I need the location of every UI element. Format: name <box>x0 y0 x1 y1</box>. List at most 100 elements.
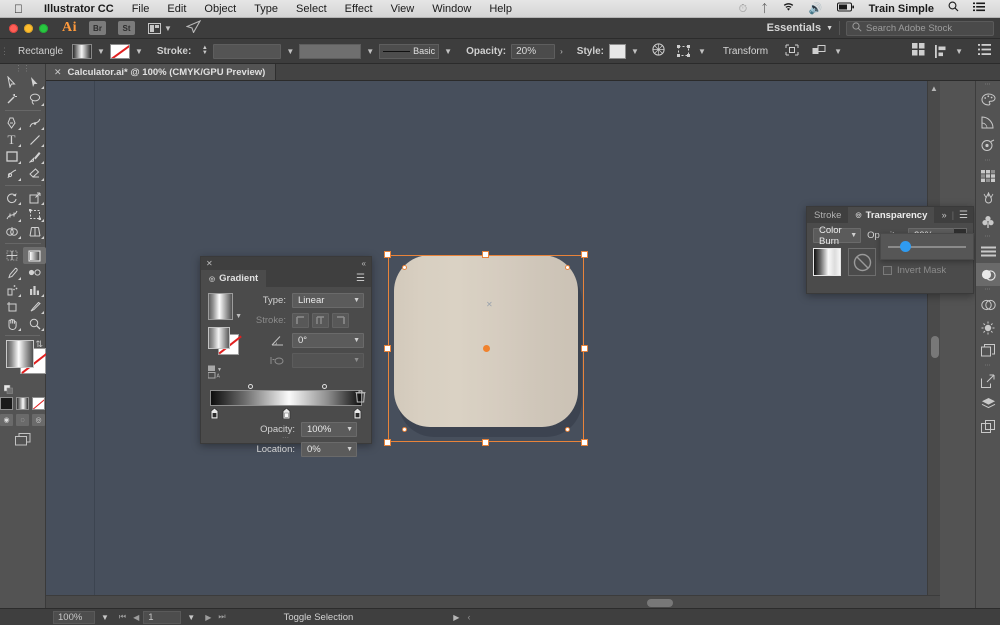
handle-middle-left[interactable] <box>384 345 391 352</box>
menu-type[interactable]: Type <box>245 0 287 18</box>
gradient-midpoint[interactable] <box>322 384 327 389</box>
document-tab[interactable]: ✕ Calculator.ai* @ 100% (CMYK/GPU Previe… <box>46 64 276 80</box>
align-icon[interactable]: ▼ <box>935 45 968 58</box>
make-mask-thumbnail[interactable] <box>848 248 876 276</box>
stroke-weight-input[interactable] <box>213 44 281 59</box>
menu-object[interactable]: Object <box>195 0 245 18</box>
variable-width-profile[interactable] <box>299 44 361 59</box>
gradient-fill-swatch[interactable] <box>72 44 92 59</box>
isolate-group-icon[interactable] <box>776 44 808 59</box>
grid-icon[interactable] <box>912 43 925 59</box>
workspace-switcher[interactable]: Essentials ▼ <box>767 22 833 34</box>
blend-mode-select[interactable]: Color Burn ▼ <box>813 228 861 243</box>
opacity-input[interactable]: 20% <box>511 44 555 59</box>
bridge-button[interactable]: Br <box>89 21 106 35</box>
vertical-scroll-thumb[interactable] <box>931 336 939 358</box>
artboards-panel-icon[interactable] <box>976 339 1000 362</box>
transform-button[interactable]: Transform <box>715 46 776 57</box>
shape-builder-tool[interactable] <box>0 223 23 240</box>
curvature-tool[interactable] <box>23 114 46 131</box>
gradient-presets-icon[interactable]: ▼A <box>208 365 242 379</box>
scroll-up-icon[interactable]: ▲ <box>930 81 938 93</box>
selection-tool[interactable] <box>0 73 23 90</box>
anchor-point[interactable] <box>402 427 407 432</box>
collapse-panel-icon[interactable]: « <box>362 259 366 268</box>
dock-group-grip[interactable]: ⋯ <box>976 157 1000 164</box>
chevron-down-icon[interactable]: ▼ <box>281 47 299 56</box>
draw-normal-button[interactable]: ◉ <box>0 414 13 426</box>
hand-tool[interactable] <box>0 315 23 332</box>
gradient-location-input[interactable]: 0% ▼ <box>301 442 357 457</box>
stroke-color-picker[interactable]: ▼ <box>110 44 148 59</box>
color-fill-button[interactable] <box>0 397 13 410</box>
brushes-panel-icon[interactable] <box>976 187 1000 210</box>
gradient-panel-icon[interactable] <box>976 134 1000 157</box>
close-icon[interactable]: ✕ <box>206 259 213 268</box>
free-transform-tool[interactable] <box>23 206 46 223</box>
delete-stop-icon[interactable] <box>355 390 366 406</box>
chevron-down-icon[interactable]: ▼ <box>950 47 968 56</box>
draw-behind-button[interactable]: ◌ <box>16 414 29 426</box>
artboard-tool[interactable] <box>0 298 23 315</box>
handle-top-right[interactable] <box>581 251 588 258</box>
search-input[interactable]: Search Adobe Stock <box>846 21 994 36</box>
panel-menu-icon[interactable]: ☰ <box>356 270 371 287</box>
blend-tool[interactable] <box>23 264 46 281</box>
color-guide-panel-icon[interactable] <box>976 111 1000 134</box>
dock-group-grip[interactable]: ⋯ <box>976 233 1000 240</box>
opacity-slider-track[interactable] <box>888 246 966 248</box>
chevron-down-icon[interactable]: ▼ <box>829 47 847 56</box>
go-to-icon[interactable] <box>186 20 201 36</box>
pencil-tool[interactable] <box>0 165 23 182</box>
dock-group-grip[interactable]: ⋯ <box>976 362 1000 369</box>
expand-panels-icon[interactable]: » <box>942 210 947 220</box>
mesh-tool[interactable] <box>0 247 23 264</box>
swatches-panel-icon[interactable] <box>976 164 1000 187</box>
handle-bottom-middle[interactable] <box>482 439 489 446</box>
default-fill-stroke-icon[interactable] <box>4 381 13 390</box>
wifi-icon[interactable] <box>775 0 802 18</box>
menu-view[interactable]: View <box>382 0 424 18</box>
tab-transparency[interactable]: ◎ Transparency <box>848 207 934 223</box>
menu-help[interactable]: Help <box>480 0 521 18</box>
gradient-midpoint[interactable] <box>248 384 253 389</box>
invert-mask-checkbox-row[interactable]: Invert Mask <box>883 265 946 276</box>
gradient-angle-input[interactable]: 0° ▼ <box>292 333 364 348</box>
canvas-vertical-scrollbar[interactable]: ▲ ▼ <box>927 81 940 608</box>
libraries-panel-icon[interactable] <box>976 415 1000 438</box>
control-bar-grip[interactable]: ⋮ <box>0 39 9 63</box>
anchor-point[interactable] <box>402 265 407 270</box>
menu-app-name[interactable]: Illustrator CC <box>35 0 123 18</box>
handle-middle-right[interactable] <box>581 345 588 352</box>
volume-icon[interactable]: 🔊 <box>802 0 830 18</box>
chevron-down-icon[interactable]: ▼ <box>130 47 148 56</box>
chevron-down-icon[interactable]: ▼ <box>235 313 242 320</box>
draw-inside-button[interactable]: ◎ <box>32 414 45 426</box>
rectangle-tool[interactable] <box>0 148 23 165</box>
chevron-down-icon[interactable]: ▼ <box>361 47 379 56</box>
gradient-stop[interactable] <box>353 406 362 417</box>
brush-definition-picker[interactable]: Basic <box>379 44 439 59</box>
chevron-down-icon[interactable]: ▼ <box>92 47 110 56</box>
tools-panel-grip[interactable]: ⋮⋮ <box>0 64 45 73</box>
status-collapse-icon[interactable]: ‹ <box>467 612 470 622</box>
gradient-fill-well[interactable] <box>6 340 34 368</box>
lasso-tool[interactable] <box>23 90 46 107</box>
stroke-along-icon[interactable] <box>312 313 329 328</box>
macos-user-name[interactable]: Train Simple <box>862 0 941 18</box>
chevron-right-icon[interactable]: › <box>555 47 568 56</box>
rotate-tool[interactable] <box>0 189 23 206</box>
close-window-button[interactable] <box>9 24 18 33</box>
tab-gradient[interactable]: ◎ Gradient <box>201 270 266 287</box>
line-segment-tool[interactable] <box>23 131 46 148</box>
zoom-level-input[interactable]: 100% <box>53 611 95 624</box>
slice-tool[interactable] <box>23 298 46 315</box>
fill-color-picker[interactable]: ▼ <box>72 44 110 59</box>
none-stroke-swatch[interactable] <box>110 44 130 59</box>
menu-effect[interactable]: Effect <box>336 0 382 18</box>
gradient-thumbnail[interactable] <box>208 293 233 320</box>
align-panel-icon[interactable] <box>976 240 1000 263</box>
stroke-weight-stepper[interactable]: ▲▼ <box>200 44 209 59</box>
close-icon[interactable]: ✕ <box>54 67 62 78</box>
chevron-down-icon[interactable]: ▼ <box>181 613 201 622</box>
